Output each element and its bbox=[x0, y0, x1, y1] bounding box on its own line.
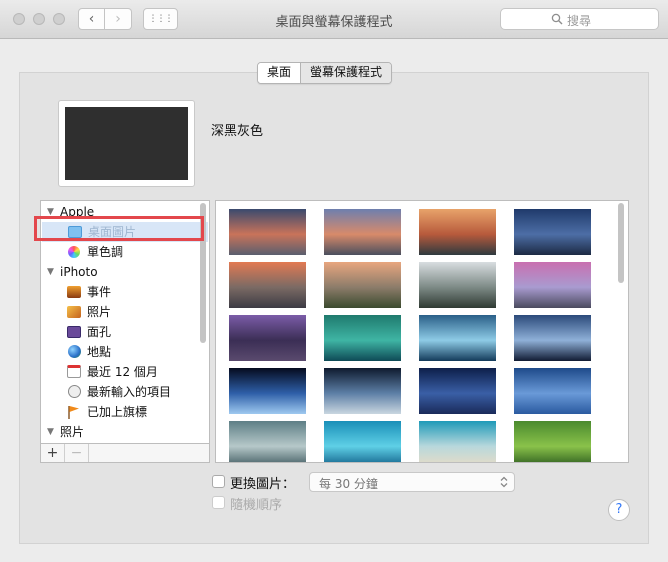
wallpaper-thumbnail-el-capitan-2[interactable] bbox=[514, 209, 591, 255]
wallpaper-thumbnail-sierra[interactable] bbox=[229, 209, 306, 255]
tab-control: 桌面 螢幕保護程式 bbox=[257, 62, 393, 84]
wallpaper-name: 深黑灰色 bbox=[211, 124, 264, 139]
wallpaper-preview bbox=[58, 100, 195, 187]
help-button[interactable]: ? bbox=[608, 499, 630, 521]
globe-icon bbox=[68, 345, 81, 358]
gallery-scrollbar[interactable] bbox=[618, 203, 624, 283]
wallpaper-thumbnail-yosemite-2[interactable] bbox=[324, 262, 401, 308]
wallpaper-thumbnail-yosemite[interactable] bbox=[229, 262, 306, 308]
sidebar-item-label: 事件 bbox=[87, 285, 112, 299]
wallpaper-thumbnail-clouds[interactable] bbox=[229, 421, 306, 462]
import-icon bbox=[68, 385, 81, 398]
wallpaper-thumbnail-earth-2[interactable] bbox=[324, 368, 401, 414]
interval-select[interactable]: 每 30 分鐘 bbox=[309, 472, 515, 492]
wallpaper-thumbnail-yosemite-4[interactable] bbox=[514, 262, 591, 308]
search-placeholder: 搜尋 bbox=[567, 14, 592, 28]
color-wheel-icon bbox=[68, 246, 80, 258]
random-order-checkbox[interactable] bbox=[212, 496, 225, 509]
tab-desktop[interactable]: 桌面 bbox=[258, 63, 301, 83]
wallpaper-thumbnail-sierra-2[interactable] bbox=[324, 209, 401, 255]
selection-highlight-box bbox=[34, 216, 204, 241]
title-bar: ‹ › ⋮⋮⋮ 桌面與螢幕保護程式 搜尋 bbox=[0, 0, 668, 39]
sidebar-item-label: 照片 bbox=[87, 305, 112, 319]
wallpaper-thumbnail-galaxy[interactable] bbox=[514, 315, 591, 361]
sidebar-item-label: 最近 12 個月 bbox=[87, 365, 158, 379]
wallpaper-thumbnail-mavericks[interactable] bbox=[324, 315, 401, 361]
sidebar-item-label: 地點 bbox=[87, 345, 112, 359]
wallpaper-gallery bbox=[215, 200, 629, 463]
wallpaper-thumbnail-yosemite-3[interactable] bbox=[419, 262, 496, 308]
calendar-icon bbox=[67, 365, 81, 378]
chevron-up-down-icon bbox=[500, 476, 508, 488]
sidebar-item-label: 單色調 bbox=[87, 245, 124, 259]
events-icon bbox=[67, 286, 81, 298]
sidebar-item-label: 最新輸入的項目 bbox=[87, 385, 172, 399]
random-order-label: 隨機順序 bbox=[230, 498, 283, 513]
sidebar-toolbar: + − bbox=[40, 443, 210, 463]
flag-icon bbox=[68, 406, 79, 419]
wallpaper-thumbnail-lake[interactable] bbox=[229, 315, 306, 361]
sidebar-item-label: 面孔 bbox=[87, 325, 112, 339]
wallpaper-thumbnail-wave[interactable] bbox=[419, 315, 496, 361]
wallpaper-thumbnail-moon-sky[interactable] bbox=[514, 368, 591, 414]
preview-image bbox=[65, 107, 188, 180]
group-label: 照片 bbox=[60, 425, 85, 439]
photos-icon bbox=[67, 306, 81, 318]
change-picture-label: 更換圖片： bbox=[230, 477, 296, 492]
change-picture-checkbox[interactable] bbox=[212, 475, 225, 488]
remove-folder-button[interactable]: − bbox=[65, 444, 89, 462]
wallpaper-thumbnail-fields[interactable] bbox=[514, 421, 591, 462]
wallpaper-thumbnail-milky-way[interactable] bbox=[419, 368, 496, 414]
group-label: iPhoto bbox=[60, 265, 98, 279]
disclosure-triangle-icon[interactable]: ▼ bbox=[47, 262, 54, 282]
search-icon bbox=[551, 13, 563, 25]
tab-screen-saver[interactable]: 螢幕保護程式 bbox=[300, 63, 392, 83]
add-folder-button[interactable]: + bbox=[41, 444, 65, 462]
wallpaper-thumbnail-el-capitan[interactable] bbox=[419, 209, 496, 255]
wallpaper-thumbnail-earth-horizon[interactable] bbox=[229, 368, 306, 414]
search-field[interactable]: 搜尋 bbox=[500, 8, 659, 30]
wallpaper-thumbnail-reef[interactable] bbox=[324, 421, 401, 462]
faces-icon bbox=[67, 326, 81, 338]
interval-value: 每 30 分鐘 bbox=[319, 477, 378, 491]
sidebar-item-label: 已加上旗標 bbox=[87, 405, 148, 419]
wallpaper-thumbnail-beach[interactable] bbox=[419, 421, 496, 462]
disclosure-triangle-icon[interactable]: ▼ bbox=[47, 422, 54, 442]
